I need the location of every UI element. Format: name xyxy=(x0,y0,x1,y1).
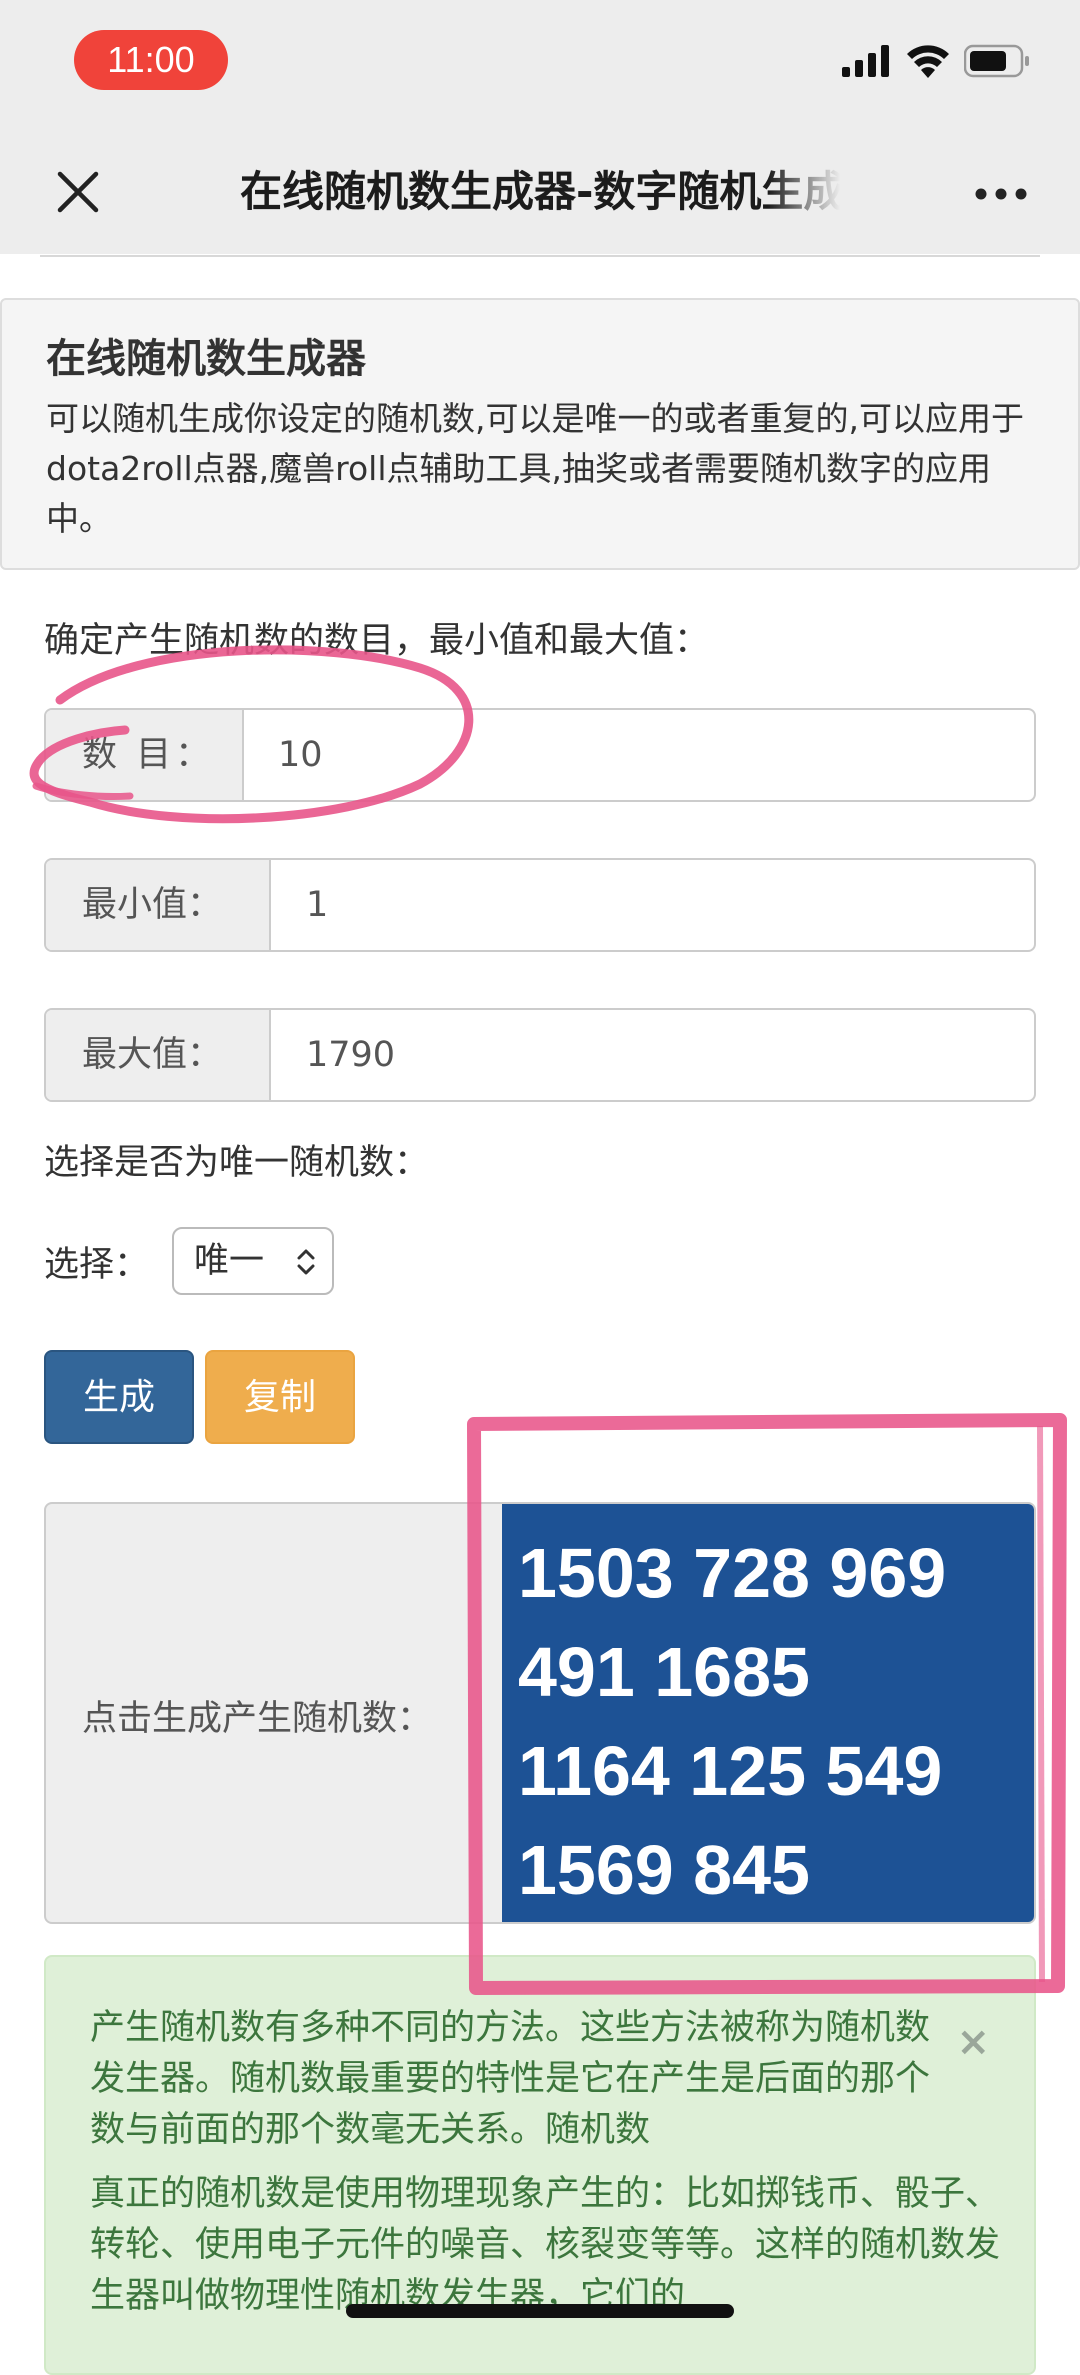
result-output[interactable]: 1503 728 969 491 1685 1164 125 549 1569 … xyxy=(502,1504,1034,1922)
status-time: 11:00 xyxy=(74,30,228,90)
min-input-group: 最小值： 1 xyxy=(44,858,1036,952)
unique-select[interactable]: 唯一 xyxy=(172,1227,334,1295)
panel-title: 在线随机数生成器 xyxy=(46,336,366,382)
status-bar: 11:00 xyxy=(0,0,1080,130)
max-input[interactable]: 1790 xyxy=(306,1010,395,1100)
copy-button[interactable]: 复制 xyxy=(205,1350,355,1444)
count-input[interactable]: 10 xyxy=(278,710,323,800)
max-label: 最大值： xyxy=(46,1010,271,1100)
annotation-stroke xyxy=(1037,1425,1045,1983)
battery-icon xyxy=(964,44,1029,78)
more-icon[interactable] xyxy=(974,186,1028,202)
alert-paragraph: 真正的随机数是使用物理现象产生的：比如掷钱币、骰子、转轮、使用电子元件的噪音、核… xyxy=(90,2174,1001,2316)
min-input[interactable]: 1 xyxy=(306,860,328,950)
close-icon[interactable] xyxy=(52,166,104,218)
result-label: 点击生成产生随机数： xyxy=(82,1699,433,1739)
alert-close-icon[interactable]: × xyxy=(956,2019,990,2065)
alert-paragraph: 产生随机数有多种不同的方法。这些方法被称为随机数发生器。随机数最重要的特性是它在… xyxy=(90,2008,931,2150)
result-line: 1569 845 xyxy=(518,1831,810,1909)
panel-description: 可以随机生成你设定的随机数,可以是唯一的或者重复的,可以应用于dota2roll… xyxy=(46,399,1024,538)
wifi-icon xyxy=(907,45,949,78)
page-title: 在线随机数生成器-数字随机生成器 xyxy=(240,167,840,216)
chevron-updown-icon xyxy=(297,1249,315,1275)
status-icons xyxy=(842,44,1030,78)
result-line: 491 1685 xyxy=(518,1633,810,1711)
result-line: 1503 728 969 xyxy=(518,1534,947,1612)
max-input-group: 最大值： 1790 xyxy=(44,1008,1036,1102)
unique-prompt: 选择是否为唯一随机数： xyxy=(44,1143,430,1183)
result-group: 点击生成产生随机数： 1503 728 969 491 1685 1164 12… xyxy=(44,1502,1036,1924)
intro-panel: 在线随机数生成器 可以随机生成你设定的随机数,可以是唯一的或者重复的,可以应用于… xyxy=(0,298,1080,570)
min-label: 最小值： xyxy=(46,860,271,950)
form-prompt: 确定产生随机数的数目，最小值和最大值： xyxy=(44,621,710,661)
result-line: 1164 125 549 xyxy=(518,1732,943,1810)
home-indicator[interactable] xyxy=(346,2304,734,2318)
nav-bar: 在线随机数生成器-数字随机生成器 xyxy=(0,130,1080,254)
divider xyxy=(40,255,1040,257)
count-input-group: 数 目： 10 xyxy=(44,708,1036,802)
generate-button[interactable]: 生成 xyxy=(44,1350,194,1444)
signal-icon xyxy=(842,45,889,77)
count-label: 数 目： xyxy=(46,710,244,800)
select-label: 选择： xyxy=(44,1245,150,1285)
select-value: 唯一 xyxy=(194,1241,265,1281)
